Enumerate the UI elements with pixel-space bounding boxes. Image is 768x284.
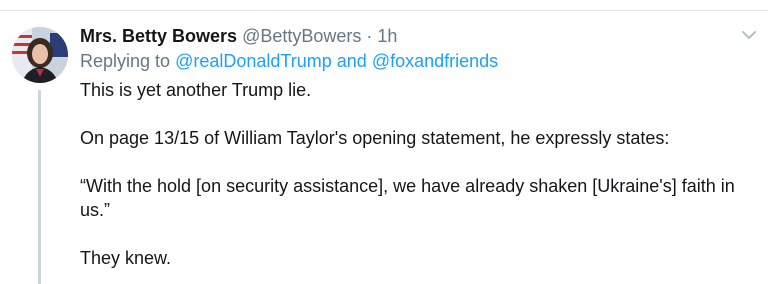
mention-foxandfriends[interactable]: @foxandfriends xyxy=(372,51,498,71)
replying-to-label: Replying to xyxy=(80,51,171,71)
mention-realdonaldtrump[interactable]: @realDonaldTrump xyxy=(175,51,332,71)
chevron-down-icon[interactable] xyxy=(742,30,756,40)
tweet-text: This is yet another Trump lie. On page 1… xyxy=(80,78,740,270)
author-handle[interactable]: @BettyBowers xyxy=(242,26,361,46)
tweet-card[interactable]: Mrs. Betty Bowers @BettyBowers · 1h Repl… xyxy=(0,0,768,284)
author-display-name[interactable]: Mrs. Betty Bowers xyxy=(80,26,237,46)
tweet-paragraph: They knew. xyxy=(80,248,172,268)
avatar[interactable] xyxy=(12,27,68,83)
tweet-paragraph: On page 13/15 of William Taylor's openin… xyxy=(80,128,670,148)
tweet-timestamp[interactable]: 1h xyxy=(377,26,397,46)
tweet-paragraph: This is yet another Trump lie. xyxy=(80,80,312,100)
tweet-content: Mrs. Betty Bowers @BettyBowers · 1h Repl… xyxy=(80,24,740,270)
thread-line xyxy=(38,90,41,284)
mention-conjunction[interactable]: and xyxy=(337,51,367,71)
replying-to: Replying to @realDonaldTrump and @foxand… xyxy=(80,48,740,74)
tweet-paragraph: “With the hold [on security assistance],… xyxy=(80,176,735,220)
avatar-image xyxy=(12,27,68,83)
divider xyxy=(0,10,768,11)
separator-dot: · xyxy=(366,26,373,46)
tweet-header: Mrs. Betty Bowers @BettyBowers · 1h xyxy=(80,24,740,48)
